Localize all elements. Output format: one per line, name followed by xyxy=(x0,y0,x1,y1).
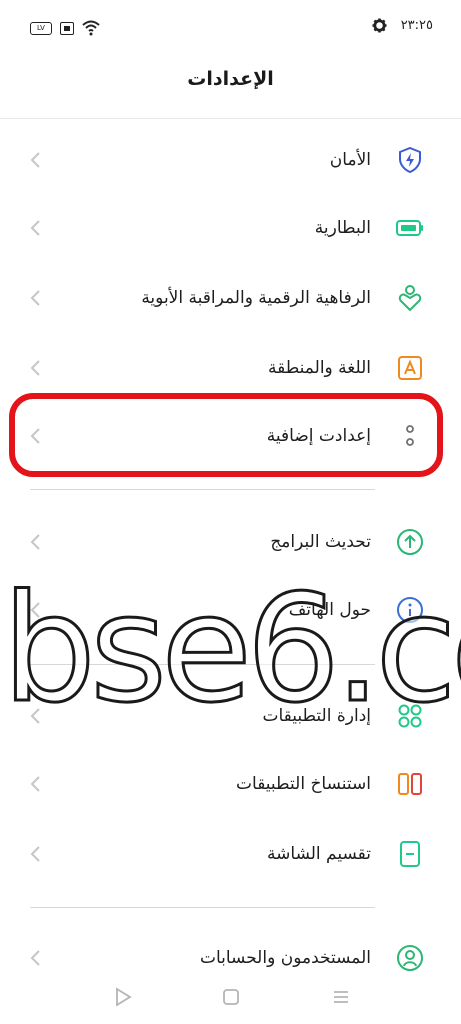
shield-icon xyxy=(395,145,425,175)
settings-item-software-update[interactable]: تحديث البرامج xyxy=(0,508,461,576)
software-update-icon xyxy=(395,527,425,557)
settings-item-label: الأمان xyxy=(329,150,371,170)
system-nav-bar xyxy=(0,968,461,1024)
chevron-left-icon xyxy=(30,534,40,550)
app-clone-icon xyxy=(395,769,425,799)
settings-item-split-screen[interactable]: تقسيم الشاشة xyxy=(0,820,461,888)
settings-item-label: تقسيم الشاشة xyxy=(267,844,371,864)
settings-item-label: استنساخ التطبيقات xyxy=(236,774,371,794)
highlight-box xyxy=(9,393,443,477)
header-divider xyxy=(0,118,461,119)
chevron-left-icon xyxy=(30,708,40,724)
section-divider xyxy=(30,664,375,665)
settings-item-label: اللغة والمنطقة xyxy=(268,358,371,378)
chevron-left-icon xyxy=(30,776,40,792)
settings-item-digital-wellbeing[interactable]: الرفاهية الرقمية والمراقبة الأبوية xyxy=(0,264,461,332)
settings-item-battery[interactable]: البطارية xyxy=(0,194,461,262)
chevron-left-icon xyxy=(30,602,40,618)
section-divider xyxy=(30,489,375,490)
chevron-left-icon xyxy=(30,846,40,862)
settings-item-label: إدارة التطبيقات xyxy=(262,706,371,726)
chevron-left-icon xyxy=(30,950,40,966)
chevron-left-icon xyxy=(30,290,40,306)
chevron-left-icon xyxy=(30,152,40,168)
settings-item-about-phone[interactable]: حول الهاتف xyxy=(0,576,461,644)
gear-icon xyxy=(372,18,387,33)
info-icon xyxy=(395,595,425,625)
lte-badge-icon: LV xyxy=(30,21,52,35)
settings-item-label: البطارية xyxy=(314,218,371,238)
clock: ٢٣:٢٥ xyxy=(400,18,433,33)
digital-wellbeing-icon xyxy=(395,283,425,313)
status-icons-left: LV xyxy=(30,19,100,37)
wifi-icon xyxy=(82,20,100,36)
settings-item-language[interactable]: اللغة والمنطقة xyxy=(0,334,461,402)
back-icon[interactable] xyxy=(112,986,134,1008)
home-icon[interactable] xyxy=(220,986,242,1008)
battery-icon xyxy=(395,213,425,243)
settings-item-label: تحديث البرامج xyxy=(270,532,371,552)
settings-item-label: حول الهاتف xyxy=(288,600,371,620)
page-title: الإعدادات xyxy=(187,68,274,90)
split-screen-icon xyxy=(395,839,425,869)
app-management-icon xyxy=(395,701,425,731)
language-icon xyxy=(395,353,425,383)
settings-item-label: الرفاهية الرقمية والمراقبة الأبوية xyxy=(141,288,371,308)
settings-item-app-clone[interactable]: استنساخ التطبيقات xyxy=(0,750,461,818)
settings-item-app-management[interactable]: إدارة التطبيقات xyxy=(0,682,461,750)
menu-icon[interactable] xyxy=(330,986,352,1008)
chevron-left-icon xyxy=(30,360,40,376)
section-divider xyxy=(30,907,375,908)
notification-box-icon xyxy=(60,21,74,35)
chevron-left-icon xyxy=(30,220,40,236)
status-right: ٢٣:٢٥ xyxy=(372,18,433,33)
settings-item-security[interactable]: الأمان xyxy=(0,126,461,194)
status-bar: LV ٢٣:٢٥ xyxy=(0,0,461,56)
